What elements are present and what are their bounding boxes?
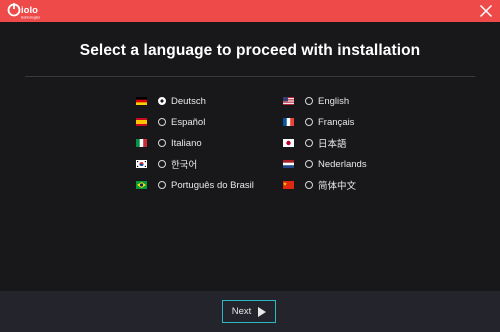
usa-flag-icon	[283, 97, 294, 105]
korea-flag-icon	[136, 160, 147, 168]
language-option-japanese[interactable]: 日本語	[283, 136, 347, 150]
language-label: Français	[318, 116, 355, 128]
language-label: English	[318, 95, 350, 107]
page-title: Select a language to proceed with instal…	[79, 42, 421, 59]
radio-button[interactable]	[305, 118, 313, 126]
language-label: 日本語	[318, 139, 347, 150]
language-option-italiano[interactable]: Italiano	[136, 136, 202, 150]
language-label: Italiano	[171, 137, 202, 149]
logo-tagline: technologies	[21, 16, 40, 20]
installer-window: iolo technologies Select a language to p…	[0, 0, 500, 332]
iolo-logo: iolo technologies	[7, 3, 40, 20]
next-button[interactable]: Next	[222, 300, 276, 323]
japan-flag-icon	[283, 139, 294, 147]
china-flag-icon	[283, 181, 294, 189]
play-arrow-icon	[258, 306, 267, 317]
divider	[25, 76, 475, 77]
radio-button[interactable]	[158, 181, 166, 189]
logo-wordmark: iolo	[21, 5, 38, 16]
brazil-flag-icon	[136, 181, 147, 189]
radio-button[interactable]	[158, 139, 166, 147]
radio-button[interactable]	[305, 97, 313, 105]
italy-flag-icon	[136, 139, 147, 147]
language-label: Español	[171, 116, 206, 128]
language-label: 简体中文	[318, 181, 357, 192]
language-option-simplified-chinese[interactable]: 简体中文	[283, 178, 356, 192]
language-option-deutsch[interactable]: Deutsch	[136, 94, 206, 108]
radio-button[interactable]	[305, 139, 313, 147]
language-option-english[interactable]: English	[283, 94, 349, 108]
language-option-portugues-brasil[interactable]: Português do Brasil	[136, 178, 254, 192]
language-label: Deutsch	[171, 95, 206, 107]
language-label: Nederlands	[318, 158, 367, 170]
spain-flag-icon	[136, 118, 147, 126]
title-bar: iolo technologies	[0, 0, 500, 22]
language-label: Português do Brasil	[171, 179, 254, 191]
radio-button-selected[interactable]	[158, 97, 166, 105]
radio-button[interactable]	[158, 160, 166, 168]
language-option-francais[interactable]: Français	[283, 115, 354, 129]
radio-button[interactable]	[158, 118, 166, 126]
close-icon[interactable]	[479, 4, 493, 18]
radio-button[interactable]	[305, 160, 313, 168]
next-button-label: Next	[231, 306, 252, 317]
language-option-korean[interactable]: 한국어	[136, 157, 197, 171]
netherlands-flag-icon	[283, 160, 294, 168]
germany-flag-icon	[136, 97, 147, 105]
france-flag-icon	[283, 118, 294, 126]
language-label: 한국어	[171, 160, 198, 171]
language-option-nederlands[interactable]: Nederlands	[283, 157, 367, 171]
radio-button[interactable]	[305, 181, 313, 189]
language-option-espanol[interactable]: Español	[136, 115, 205, 129]
